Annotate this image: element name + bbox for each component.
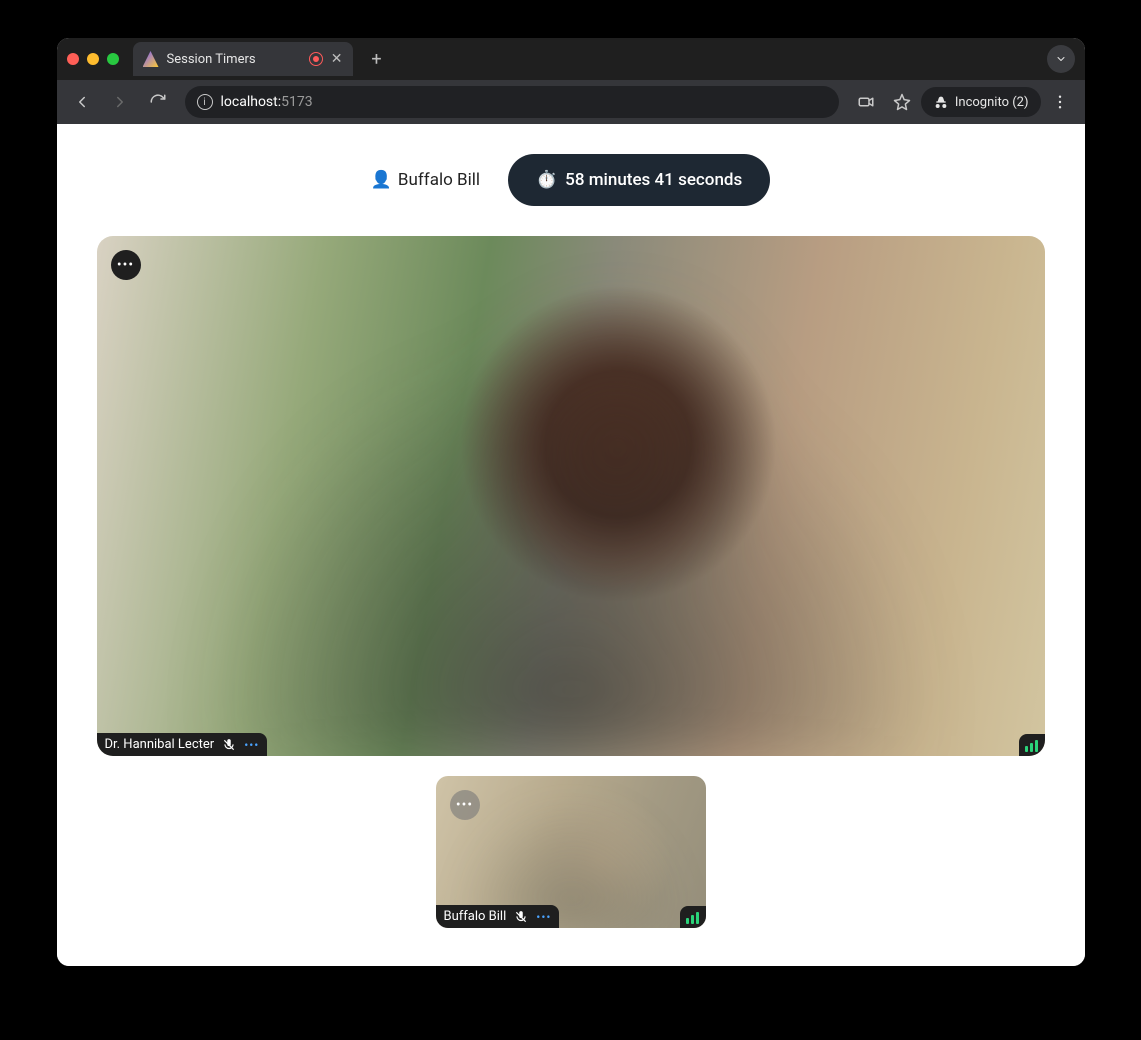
session-timer-text: 58 minutes 41 seconds xyxy=(565,170,742,190)
stopwatch-icon: ⏱️ xyxy=(536,170,557,190)
camera-indicator-icon[interactable] xyxy=(849,85,883,119)
reload-button[interactable] xyxy=(141,85,175,119)
browser-window: Session Timers ✕ + i localhost:5173 xyxy=(57,38,1085,966)
window-close-button[interactable] xyxy=(67,53,79,65)
participant-more-button[interactable]: ••• xyxy=(244,738,259,752)
self-name: Buffalo Bill xyxy=(444,909,507,924)
window-traffic-lights xyxy=(67,53,119,65)
current-user-name: Buffalo Bill xyxy=(398,170,480,190)
incognito-label: Incognito (2) xyxy=(955,95,1029,110)
mic-muted-icon xyxy=(222,738,236,752)
window-maximize-button[interactable] xyxy=(107,53,119,65)
main-participant-video[interactable]: ••• Dr. Hannibal Lecter ••• xyxy=(97,236,1045,756)
vite-favicon-icon xyxy=(143,51,159,67)
browser-tab[interactable]: Session Timers ✕ xyxy=(133,42,353,76)
mic-muted-icon xyxy=(514,910,528,924)
self-more-button[interactable]: ••• xyxy=(536,910,551,924)
tab-overflow-button[interactable] xyxy=(1047,45,1075,73)
tab-strip: Session Timers ✕ + xyxy=(57,38,1085,80)
session-header: 👤 Buffalo Bill ⏱️ 58 minutes 41 seconds xyxy=(57,124,1085,206)
recording-indicator-icon xyxy=(309,52,323,66)
self-menu-button[interactable]: ••• xyxy=(450,790,480,820)
nav-forward-button[interactable] xyxy=(103,85,137,119)
browser-menu-button[interactable] xyxy=(1043,85,1077,119)
url-host: localhost: xyxy=(221,94,282,110)
current-user-label: 👤 Buffalo Bill xyxy=(371,170,480,190)
participant-name-chip: Dr. Hannibal Lecter ••• xyxy=(97,733,268,756)
site-info-icon[interactable]: i xyxy=(197,94,213,110)
address-bar[interactable]: i localhost:5173 xyxy=(185,86,839,118)
incognito-chip[interactable]: Incognito (2) xyxy=(921,87,1041,117)
self-video-row: ••• Buffalo Bill ••• xyxy=(97,776,1045,928)
video-stage: ••• Dr. Hannibal Lecter ••• ••• Buffalo … xyxy=(97,236,1045,928)
tab-title: Session Timers xyxy=(167,52,301,67)
connection-signal-icon xyxy=(680,906,706,928)
user-icon: 👤 xyxy=(371,170,392,190)
incognito-icon xyxy=(933,94,949,110)
bookmark-button[interactable] xyxy=(885,85,919,119)
self-video[interactable]: ••• Buffalo Bill ••• xyxy=(436,776,706,928)
session-timer-pill: ⏱️ 58 minutes 41 seconds xyxy=(508,154,770,206)
self-name-chip: Buffalo Bill ••• xyxy=(436,905,560,928)
participant-name: Dr. Hannibal Lecter xyxy=(105,737,215,752)
window-minimize-button[interactable] xyxy=(87,53,99,65)
tab-close-button[interactable]: ✕ xyxy=(331,52,343,66)
new-tab-button[interactable]: + xyxy=(363,45,391,73)
page-content: 👤 Buffalo Bill ⏱️ 58 minutes 41 seconds … xyxy=(57,124,1085,966)
browser-toolbar: i localhost:5173 Incognito (2) xyxy=(57,80,1085,124)
url-port: 5173 xyxy=(281,94,312,110)
nav-back-button[interactable] xyxy=(65,85,99,119)
connection-signal-icon xyxy=(1019,734,1045,756)
participant-menu-button[interactable]: ••• xyxy=(111,250,141,280)
